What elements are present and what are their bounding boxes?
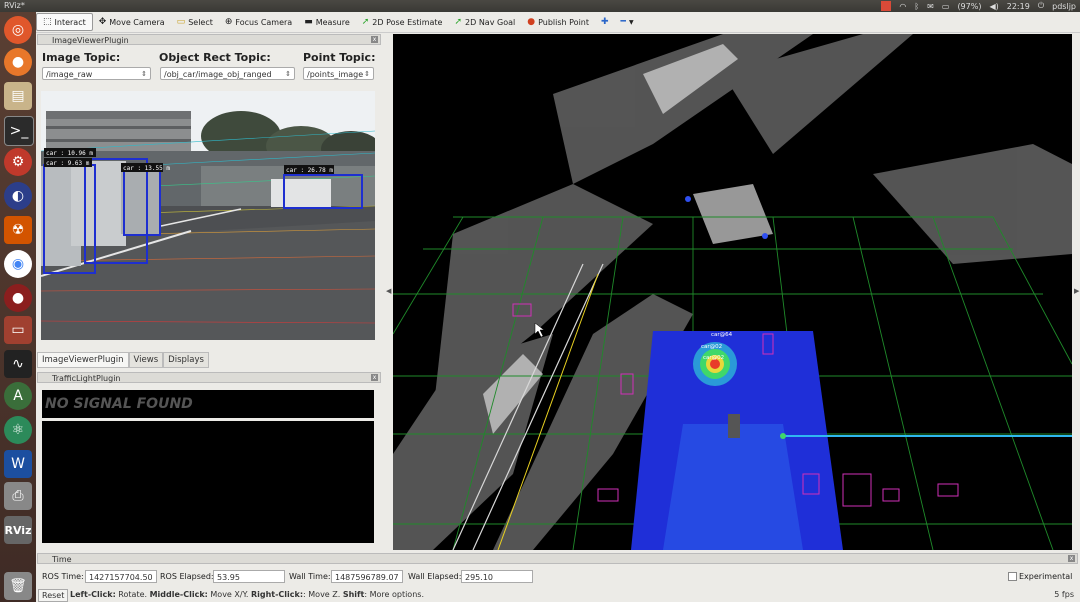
- status-hint: Left-Click: Rotate. Middle-Click: Move X…: [70, 590, 424, 599]
- traffic-light-panel-title[interactable]: TrafficLightPlugin x: [37, 372, 381, 383]
- ros-elapsed-label: ROS Elapsed:: [160, 572, 214, 581]
- ros-time-label: ROS Time:: [42, 572, 84, 581]
- trash-icon[interactable]: 🗑: [4, 572, 32, 600]
- add-tool-button[interactable]: ✚: [595, 14, 615, 30]
- files-icon[interactable]: ▤: [4, 82, 32, 110]
- battery-level[interactable]: (97%): [957, 2, 981, 11]
- tab-image-viewer[interactable]: ImageViewerPlugin: [37, 352, 129, 368]
- window-title: RViz*: [4, 1, 25, 10]
- tab-displays[interactable]: Displays: [163, 352, 209, 368]
- printer-icon[interactable]: ⎙: [4, 482, 32, 510]
- image-viewer-panel-title[interactable]: ImageViewerPlugin x: [37, 34, 381, 45]
- detection-label: car : 26.78 m: [286, 167, 333, 174]
- chevron-updown-icon: ⇕: [285, 70, 291, 78]
- ubuntu-logo-icon[interactable]: ◎: [4, 16, 32, 44]
- rviz-icon[interactable]: RViz: [4, 516, 32, 544]
- power-icon[interactable]: ⏻: [1038, 1, 1044, 11]
- firefox-icon[interactable]: ●: [4, 48, 32, 76]
- rviz-toolbar: ⬚ Interact ✥ Move Camera ▭ Select ⊕ Focu…: [36, 12, 1080, 33]
- drive-icon[interactable]: ▭: [4, 316, 32, 344]
- tool-move-camera[interactable]: ✥ Move Camera: [93, 14, 171, 30]
- chevron-down-icon: ▼: [628, 18, 634, 26]
- viewport-label: car@02: [703, 355, 724, 361]
- wall-elapsed-label: Wall Elapsed:: [408, 572, 462, 581]
- bluetooth-icon[interactable]: ᛒ: [914, 2, 919, 11]
- detection-label: car : 9.63 m: [46, 160, 90, 167]
- focus-icon: ⊕: [224, 17, 233, 27]
- chevron-updown-icon: ⇕: [141, 70, 147, 78]
- software-center-icon[interactable]: A: [4, 382, 32, 410]
- system-top-bar: RViz* ◠ ᛒ ✉ ▭ (97%) ◀) 22:19 ⏻ pdsljp: [0, 0, 1080, 12]
- reset-button[interactable]: Reset: [38, 589, 69, 602]
- traffic-light-status-box: NO SIGNAL FOUND: [42, 390, 374, 418]
- chevron-updown-icon: ⇕: [364, 70, 370, 78]
- volume-icon[interactable]: ◀): [989, 2, 998, 11]
- fps-readout: 5 fps: [1054, 590, 1074, 599]
- close-icon[interactable]: x: [371, 374, 378, 381]
- nav-arrow-icon: ➚: [454, 17, 463, 27]
- eclipse-icon[interactable]: ◐: [4, 182, 32, 210]
- battery-icon[interactable]: ▭: [942, 2, 950, 11]
- alert-indicator-icon[interactable]: [881, 1, 892, 11]
- red-app-icon[interactable]: ●: [4, 284, 32, 312]
- wall-time-field[interactable]: 1487596789.07: [331, 570, 403, 583]
- tool-2d-pose-estimate[interactable]: ➚ 2D Pose Estimate: [356, 14, 449, 30]
- 3d-viewport[interactable]: car@64 car@02 car@02: [393, 34, 1072, 550]
- tool-focus-camera[interactable]: ⊕ Focus Camera: [219, 14, 298, 30]
- close-icon[interactable]: x: [371, 36, 378, 43]
- keyboard-icon[interactable]: ✉: [927, 2, 934, 11]
- left-dock-tabs: ImageViewerPlugin Views Displays: [37, 352, 209, 368]
- cursor-icon: ⬚: [43, 17, 52, 27]
- wall-elapsed-field[interactable]: 295.10: [461, 570, 533, 583]
- clock[interactable]: 22:19: [1007, 2, 1030, 11]
- ruler-icon: ▬: [304, 17, 313, 27]
- wifi-icon[interactable]: ◠: [899, 2, 906, 11]
- time-panel-title[interactable]: Time x: [37, 553, 1078, 564]
- point-topic-select[interactable]: /points_image ⇕: [303, 67, 374, 80]
- tool-2d-nav-goal[interactable]: ➚ 2D Nav Goal: [448, 14, 521, 30]
- ros-elapsed-field[interactable]: 53.95: [213, 570, 285, 583]
- tool-publish-point[interactable]: ● Publish Point: [521, 14, 595, 30]
- tool-measure[interactable]: ▬ Measure: [298, 14, 356, 30]
- experimental-label: Experimental: [1019, 572, 1073, 581]
- tab-views[interactable]: Views: [128, 352, 164, 368]
- wave-app-icon[interactable]: W: [4, 450, 32, 478]
- wall-time-label: Wall Time:: [289, 572, 331, 581]
- viewport-label: car@64: [711, 332, 733, 338]
- image-topic-select[interactable]: /image_raw ⇕: [42, 67, 151, 80]
- pin-icon: ●: [527, 17, 536, 27]
- user-name[interactable]: pdsljp: [1052, 2, 1076, 11]
- tool-interact[interactable]: ⬚ Interact: [36, 13, 93, 31]
- traffic-light-status: NO SIGNAL FOUND: [45, 396, 193, 412]
- terminal-icon[interactable]: >_: [4, 116, 34, 146]
- camera-image: car : 10.96 m car : 9.63 m car : 13.55 m…: [41, 91, 375, 340]
- atom-icon[interactable]: ⚛: [4, 416, 32, 444]
- experimental-checkbox[interactable]: [1008, 572, 1017, 581]
- nuclear-app-icon[interactable]: ☢: [4, 216, 32, 244]
- traffic-light-display: [42, 421, 374, 543]
- system-monitor-icon[interactable]: ∿: [4, 350, 32, 378]
- image-topic-label: Image Topic:: [42, 51, 121, 64]
- object-rect-topic-label: Object Rect Topic:: [159, 51, 271, 64]
- object-rect-topic-select[interactable]: /obj_car/image_obj_ranged ⇕: [160, 67, 295, 80]
- point-topic-label: Point Topic:: [303, 51, 376, 64]
- status-bar: Reset Left-Click: Rotate. Middle-Click: …: [37, 589, 1078, 602]
- move-icon: ✥: [98, 17, 107, 27]
- close-icon[interactable]: x: [1068, 555, 1075, 562]
- launcher-sidebar: ◎ ● ▤ >_ ⚙ ◐ ☢ ◉ ● ▭ ∿ A ⚛ W ⎙ RViz 🗑: [0, 12, 36, 602]
- plus-icon: ✚: [601, 17, 609, 27]
- tool-select[interactable]: ▭ Select: [171, 14, 219, 30]
- remove-tool-button[interactable]: ━ ▼: [615, 14, 640, 30]
- detection-label: car : 10.96 m: [46, 150, 93, 157]
- pose-arrow-icon: ➚: [361, 17, 370, 27]
- select-icon: ▭: [176, 17, 186, 27]
- detection-label: car : 13.55 m: [123, 165, 170, 172]
- viewport-label: car@02: [701, 344, 722, 350]
- collapse-right-icon[interactable]: ▶: [1074, 287, 1079, 295]
- collapse-left-icon[interactable]: ◀: [386, 287, 391, 295]
- chrome-icon[interactable]: ◉: [4, 250, 32, 278]
- settings-gear-icon[interactable]: ⚙: [4, 148, 32, 176]
- ros-time-field[interactable]: 1427157704.50: [85, 570, 157, 583]
- minus-icon: ━: [620, 17, 626, 27]
